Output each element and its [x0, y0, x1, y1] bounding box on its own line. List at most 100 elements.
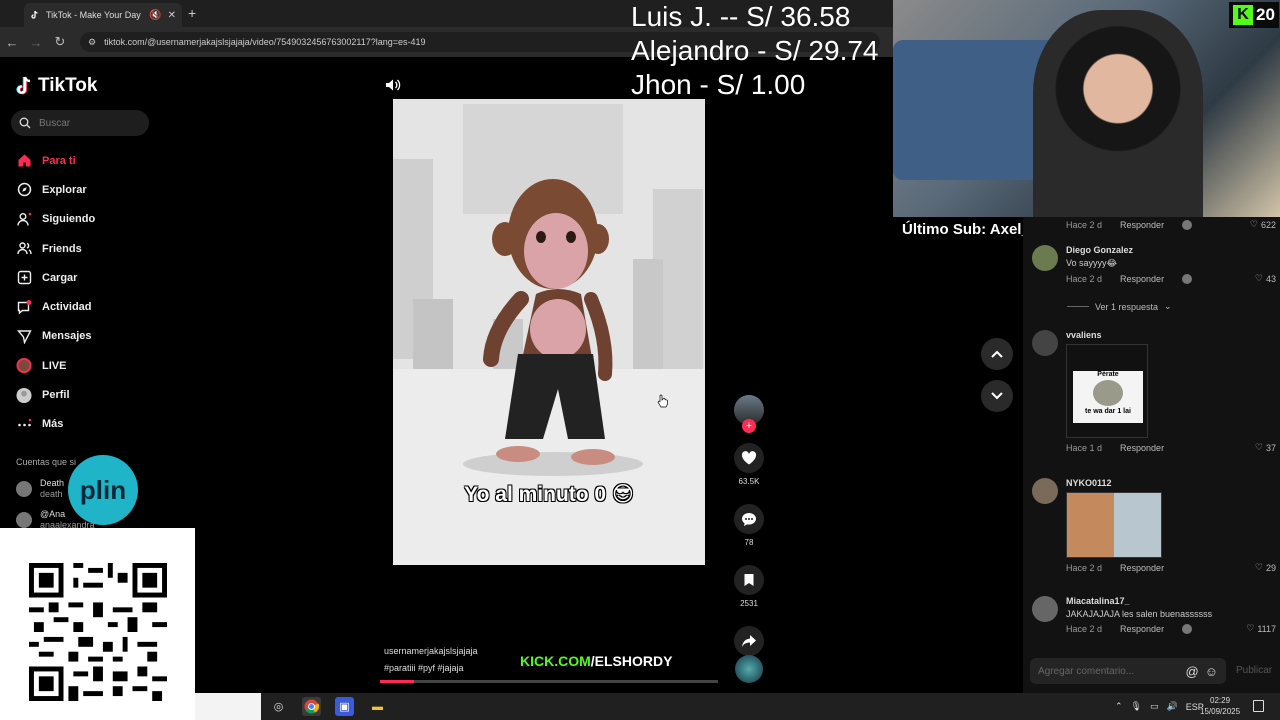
friends-icon: [16, 241, 32, 257]
comment-sticker[interactable]: Pérate te wa dar 1 lai: [1066, 344, 1148, 438]
sidebar-item-mas[interactable]: Más: [16, 410, 186, 439]
video-volume-icon[interactable]: [385, 78, 401, 92]
messages-icon: [16, 328, 32, 344]
taskbar-search-box[interactable]: [195, 693, 261, 720]
browser-tab[interactable]: TikTok - Make Your Day 🔇 ✕: [24, 3, 182, 27]
save-count: 2531: [740, 599, 758, 608]
video-progress-bar[interactable]: [380, 680, 718, 683]
sidebar-item-friends[interactable]: Friends: [16, 234, 186, 263]
sidebar-item-actividad[interactable]: Actividad: [16, 292, 186, 321]
save-button[interactable]: [734, 565, 764, 595]
sticker-card: Pérate te wa dar 1 lai: [1073, 371, 1143, 423]
video-player[interactable]: Yo al minuto 0 😎: [393, 99, 705, 565]
divider: [1067, 306, 1089, 307]
tiktok-favicon: [31, 10, 38, 19]
reply-button[interactable]: Responder: [1120, 220, 1164, 230]
account-name: Death: [40, 478, 65, 488]
sidebar-item-mensajes[interactable]: Mensajes: [16, 322, 186, 351]
webcam-feed: [893, 0, 1280, 217]
avatar[interactable]: [1032, 478, 1058, 504]
avatar[interactable]: [1032, 245, 1058, 271]
chrome-icon[interactable]: [302, 697, 321, 716]
microphone-icon[interactable]: 🎙: [1131, 701, 1142, 712]
sidebar-item-live[interactable]: LIVE: [16, 351, 186, 380]
obs-icon[interactable]: ◎: [269, 697, 288, 716]
comment-like[interactable]: ♡ 29: [1255, 562, 1276, 573]
sidebar-item-perfil[interactable]: Perfil: [16, 380, 186, 409]
back-icon[interactable]: ←: [0, 35, 24, 50]
comment-user[interactable]: NYKO0112: [1066, 478, 1276, 488]
mention-icon[interactable]: @: [1186, 664, 1199, 679]
site-info-icon[interactable]: ⚙: [88, 37, 96, 48]
sidebar-item-label: Para ti: [42, 154, 76, 167]
more-icon: [16, 416, 32, 432]
url-text: tiktok.com/@usernamerjakajslsjajaja/vide…: [104, 37, 426, 47]
reply-button[interactable]: Responder: [1120, 274, 1164, 284]
comment-text: Vo sayyyy😂: [1066, 258, 1118, 268]
heart-outline-icon: ♡: [1254, 273, 1263, 283]
share-button[interactable]: [734, 626, 764, 656]
reply-button[interactable]: Responder: [1120, 443, 1164, 453]
comment-like-count: 43: [1265, 273, 1276, 284]
comment-button[interactable]: [734, 504, 764, 534]
sidebar-item-siguiendo[interactable]: Siguiendo: [16, 205, 186, 234]
like-button[interactable]: [734, 443, 764, 473]
video-meta: usernamerjakajslsjajaja #paratiii #pyf #…: [384, 643, 478, 677]
reply-button[interactable]: Responder: [1120, 624, 1164, 634]
following-account[interactable]: Death death: [16, 478, 64, 500]
chevron-up-icon: [991, 350, 1003, 358]
video-author[interactable]: usernamerjakajslsjajaja: [384, 643, 478, 660]
tab-close-icon[interactable]: ✕: [168, 10, 176, 21]
previous-video-button[interactable]: [981, 338, 1013, 370]
comment-like[interactable]: ♡ 622: [1250, 219, 1276, 230]
tray-chevron-up-icon[interactable]: ⌃: [1115, 701, 1123, 712]
donation-line: Alejandro - S/ 29.74: [631, 35, 879, 66]
tab-mute-icon[interactable]: 🔇: [149, 10, 161, 21]
comment-user[interactable]: vvaliens: [1066, 330, 1276, 340]
activity-icon: [16, 299, 32, 315]
sidebar-item-explorar[interactable]: Explorar: [16, 175, 186, 204]
notifications-icon[interactable]: [1253, 700, 1264, 712]
file-explorer-icon[interactable]: ▬: [368, 697, 387, 716]
comment-icon: [742, 512, 756, 526]
avatar[interactable]: [1032, 330, 1058, 356]
comment-count: 78: [744, 538, 754, 547]
emoji-icon[interactable]: ☺: [1205, 664, 1218, 679]
comment-like[interactable]: ♡ 1117: [1246, 623, 1276, 634]
next-video-button[interactable]: [981, 380, 1013, 412]
avatar[interactable]: [1032, 596, 1058, 622]
sidebar-item-para-ti[interactable]: Para ti: [16, 146, 186, 175]
video-hashtags[interactable]: #paratiii #pyf #jajaja: [384, 660, 478, 677]
comment-time: Hace 1 d: [1066, 442, 1103, 453]
sticker-text-top: Pérate: [1097, 371, 1119, 378]
comment-like[interactable]: ♡ 43: [1255, 273, 1276, 284]
tiktok-logo[interactable]: TikTok: [16, 75, 97, 97]
heart-outline-icon: ♡: [1249, 219, 1258, 229]
creator-avatar[interactable]: +: [734, 395, 764, 433]
volume-icon[interactable]: 🔊: [1167, 701, 1178, 712]
search-input[interactable]: Buscar: [11, 110, 149, 136]
view-replies-button[interactable]: Ver 1 respuesta ⌄: [1067, 301, 1172, 312]
forward-icon[interactable]: →: [24, 35, 48, 50]
sidebar-item-cargar[interactable]: Cargar: [16, 263, 186, 292]
comment-user[interactable]: Diego Gonzalez: [1066, 245, 1276, 255]
comment-user[interactable]: Miacatalina17_: [1066, 596, 1276, 606]
account-name: @Ana: [40, 509, 66, 519]
network-icon[interactable]: ▭: [1150, 701, 1159, 712]
chevron-down-icon: [991, 392, 1003, 400]
follow-plus-icon[interactable]: +: [742, 419, 756, 433]
new-tab-plus-icon[interactable]: +: [188, 5, 196, 21]
creator-liked-icon: [1182, 623, 1193, 634]
app-icon[interactable]: ▣: [335, 697, 354, 716]
reply-button[interactable]: Responder: [1120, 563, 1164, 573]
comment-input[interactable]: Agregar comentario... @ ☺: [1030, 658, 1226, 684]
music-disc-icon[interactable]: [735, 655, 763, 683]
reload-icon[interactable]: ↻: [48, 34, 72, 50]
publish-button[interactable]: Publicar: [1236, 665, 1272, 676]
comment-time: Hace 2 d: [1066, 623, 1103, 634]
live-icon: [16, 358, 32, 374]
comment-image[interactable]: [1066, 492, 1162, 558]
taskbar-clock[interactable]: 02:29 15/09/2025: [1200, 695, 1240, 717]
comment-like[interactable]: ♡ 37: [1255, 442, 1276, 453]
tiktok-logo-text: TikTok: [38, 75, 98, 96]
